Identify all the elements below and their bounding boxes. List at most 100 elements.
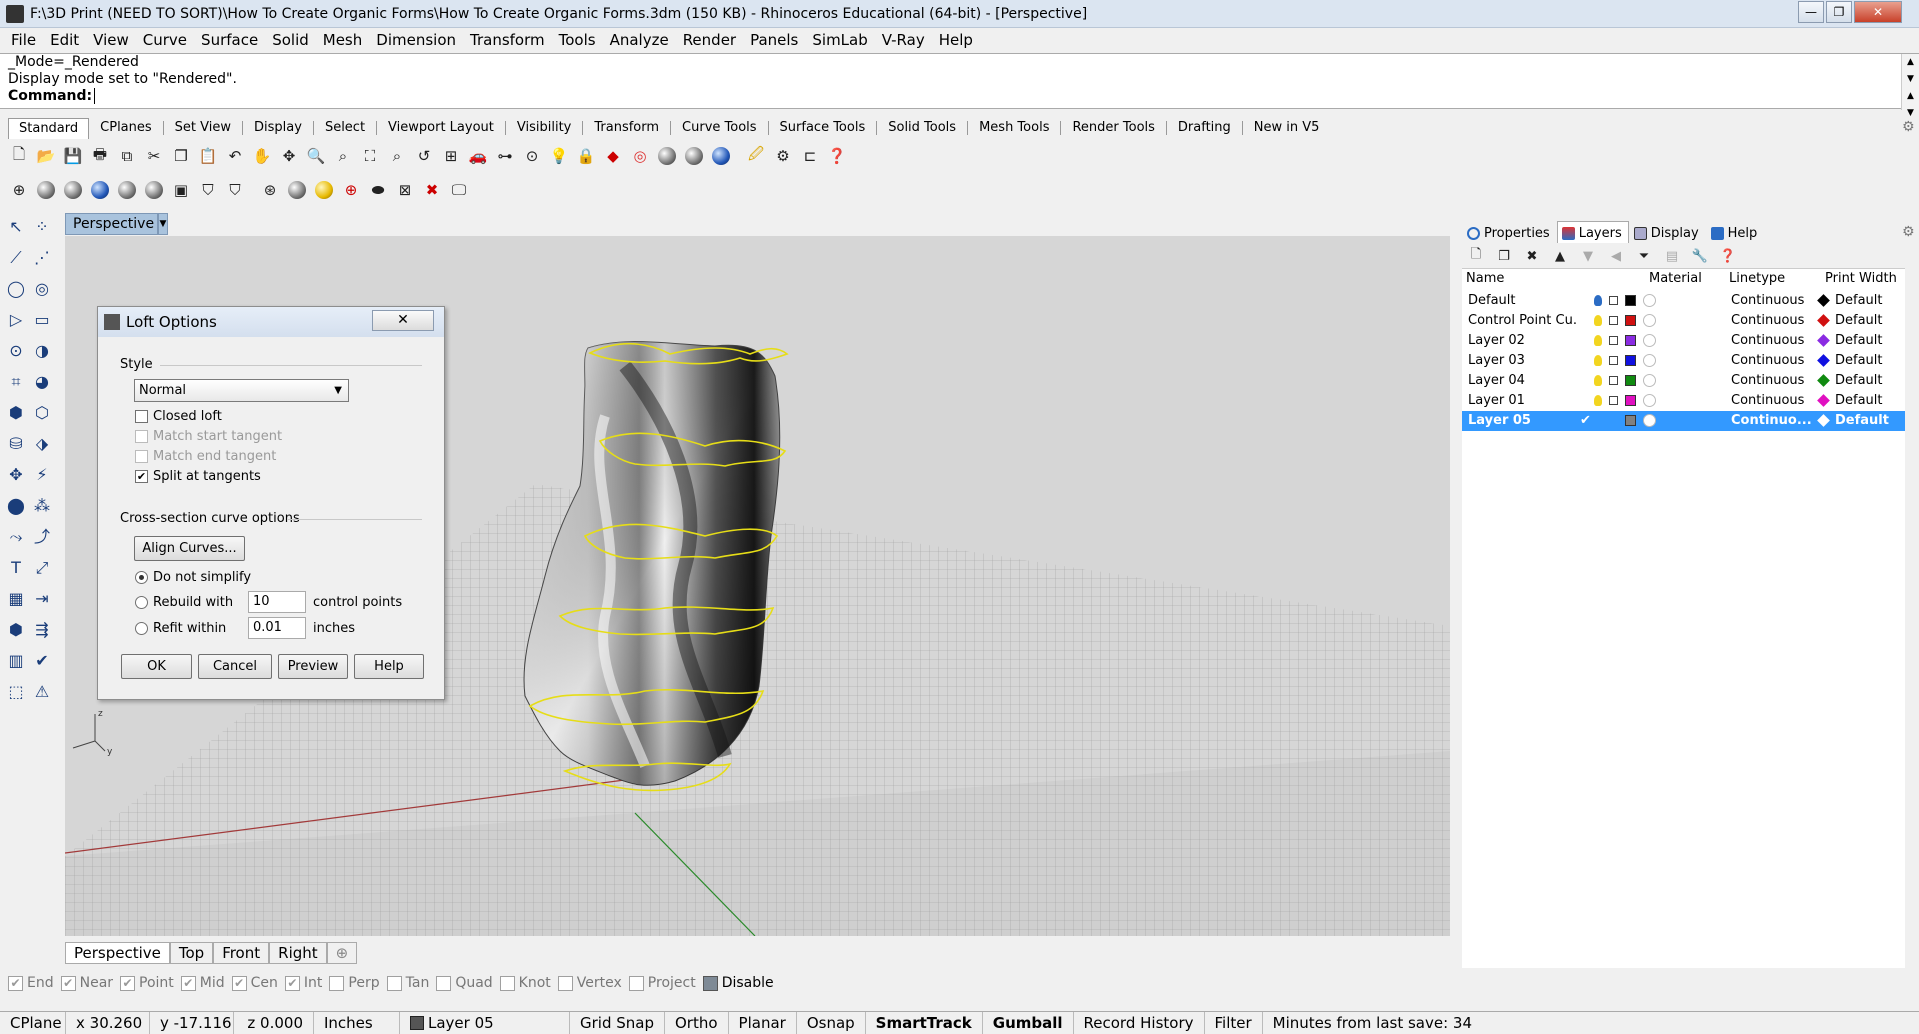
array-icon[interactable]: ▦ <box>4 587 28 611</box>
add-viewport-icon[interactable]: ⊕ <box>326 942 358 964</box>
tab-solid-tools[interactable]: Solid Tools <box>877 117 967 139</box>
layer-help-icon[interactable]: ❓ <box>1718 246 1738 266</box>
preview-button[interactable]: Preview <box>278 654 348 679</box>
dialog-close-button[interactable]: ✕ <box>372 310 434 331</box>
layer-print-width[interactable]: Default <box>1835 411 1889 431</box>
circle-icon[interactable]: ◯ <box>4 277 28 301</box>
camera-icon[interactable]: ⊙ <box>521 145 543 167</box>
technical-icon[interactable]: ▣ <box>170 179 192 201</box>
osnap-project[interactable]: Project <box>628 975 696 991</box>
gear-icon[interactable]: ⚙ <box>1902 119 1915 135</box>
layer-name[interactable]: Default <box>1468 291 1578 311</box>
current-layer-check-icon[interactable]: ✔ <box>1580 411 1591 431</box>
ghosted-icon[interactable] <box>116 179 138 201</box>
warning-icon[interactable]: ⚠ <box>30 680 54 704</box>
osnap-mid[interactable]: ✔ Mid <box>180 975 225 991</box>
menu-file[interactable]: File <box>4 31 43 49</box>
lightbulb-icon[interactable] <box>1594 335 1602 346</box>
menu-edit[interactable]: Edit <box>43 31 86 49</box>
status-record-history[interactable]: Record History <box>1074 1011 1205 1034</box>
osnap-checkbox[interactable] <box>557 975 573 991</box>
menu-render[interactable]: Render <box>676 31 743 49</box>
match-start-tangent-checkbox[interactable] <box>135 430 148 443</box>
sphere-yellow-icon[interactable] <box>313 179 335 201</box>
osnap-disable[interactable]: Disable <box>702 975 774 991</box>
sphere-icon[interactable]: ⬡ <box>30 401 54 425</box>
layer-color-swatch[interactable] <box>1625 315 1636 326</box>
lightbulb-icon[interactable] <box>1594 355 1602 366</box>
restore-button[interactable]: ❐ <box>1826 1 1852 23</box>
paste-icon[interactable]: 📋 <box>197 145 219 167</box>
move-to-parent-icon[interactable]: ◀ <box>1606 246 1626 266</box>
offset-icon[interactable]: ⤴ <box>30 525 54 549</box>
osnap-checkbox[interactable] <box>436 975 452 991</box>
rebuild-with-radio[interactable] <box>135 596 148 609</box>
print-color-icon[interactable] <box>1817 334 1830 347</box>
status-units[interactable]: Inches <box>314 1011 400 1034</box>
check-icon[interactable]: ✔ <box>30 649 54 673</box>
column-print-width[interactable]: Print Width <box>1825 269 1897 289</box>
rendered-icon[interactable] <box>62 179 84 201</box>
menu-tools[interactable]: Tools <box>552 31 603 49</box>
polygon-icon[interactable]: ⊙ <box>4 339 28 363</box>
filter-icon[interactable]: ⏷ <box>1634 246 1654 266</box>
menu-panels[interactable]: Panels <box>743 31 805 49</box>
layer-linetype[interactable]: Continuous <box>1731 331 1813 351</box>
split-at-tangents-checkbox[interactable]: ✔ <box>135 470 148 483</box>
layer-print-width[interactable]: Default <box>1835 331 1883 351</box>
tab-cplanes[interactable]: CPlanes <box>89 117 163 139</box>
print-color-icon[interactable] <box>1817 294 1830 307</box>
zoom-window-icon[interactable]: ⌕ <box>332 145 354 167</box>
lightbulb-icon[interactable] <box>1594 395 1602 406</box>
explode-icon[interactable]: ▥ <box>4 649 28 673</box>
close-button[interactable]: ✕ <box>1854 1 1902 23</box>
menu-solid[interactable]: Solid <box>265 31 316 49</box>
osnap-checkbox[interactable] <box>628 975 644 991</box>
tab-new-in-v5[interactable]: New in V5 <box>1243 117 1331 139</box>
ellipse-icon[interactable]: ◎ <box>30 277 54 301</box>
layer-linetype[interactable]: Continuous <box>1731 311 1813 331</box>
material-circle-icon[interactable] <box>1643 374 1656 387</box>
command-line[interactable]: Command: <box>8 88 1919 105</box>
render-icon[interactable] <box>683 145 705 167</box>
analysis-icon[interactable]: ⊏ <box>799 145 821 167</box>
style-dropdown[interactable]: Normal ▼ <box>134 379 349 402</box>
clipping-icon[interactable]: ✖ <box>421 179 443 201</box>
lightbulb-icon[interactable] <box>1594 295 1602 306</box>
extrude-icon[interactable]: ⬗ <box>30 432 54 456</box>
osnap-checkbox[interactable] <box>329 975 345 991</box>
osnap-cen[interactable]: ✔ Cen <box>231 975 278 991</box>
save-icon[interactable]: 💾 <box>62 145 84 167</box>
lightbulb-icon[interactable] <box>1594 375 1602 386</box>
menu-mesh[interactable]: Mesh <box>316 31 370 49</box>
layer-row[interactable]: Layer 04 Continuous Default <box>1462 371 1905 391</box>
scale-icon[interactable]: ⤢ <box>30 556 54 580</box>
options-icon[interactable]: ⚙ <box>772 145 794 167</box>
osnap-point[interactable]: ✔ Point <box>120 975 174 991</box>
tab-select[interactable]: Select <box>314 117 376 139</box>
unlock-icon[interactable] <box>1609 336 1618 345</box>
layer-row[interactable]: Layer 02 Continuous Default <box>1462 331 1905 351</box>
tab-viewport-layout[interactable]: Viewport Layout <box>377 117 505 139</box>
refit-tolerance-field[interactable]: 0.01 <box>248 617 306 639</box>
layer-color-swatch[interactable] <box>1625 355 1636 366</box>
layer-linetype[interactable]: Continuo... <box>1731 411 1813 431</box>
layer-icon[interactable]: ◆ <box>602 145 624 167</box>
layer-color-swatch[interactable] <box>1625 375 1636 386</box>
help-button[interactable]: Help <box>354 654 424 679</box>
unlock-icon[interactable] <box>1609 296 1618 305</box>
layer-name[interactable]: Layer 05 <box>1468 411 1578 431</box>
column-name[interactable]: Name <box>1466 269 1504 289</box>
status-grid-snap[interactable]: Grid Snap <box>570 1011 665 1034</box>
tab-mesh-tools[interactable]: Mesh Tools <box>968 117 1060 139</box>
layer-name[interactable]: Layer 04 <box>1468 371 1578 391</box>
print-color-icon[interactable] <box>1817 354 1830 367</box>
material-circle-icon[interactable] <box>1643 414 1656 427</box>
osnap-quad[interactable]: Quad <box>436 975 493 991</box>
layer-row[interactable]: Layer 05 ✔ Continuo... Default <box>1462 411 1905 431</box>
layer-name[interactable]: Layer 03 <box>1468 351 1578 371</box>
osnap-perp[interactable]: Perp <box>329 975 380 991</box>
layer-linetype[interactable]: Continuous <box>1731 351 1813 371</box>
refit-within-radio[interactable] <box>135 622 148 635</box>
target-icon[interactable]: ⊕ <box>340 179 362 201</box>
